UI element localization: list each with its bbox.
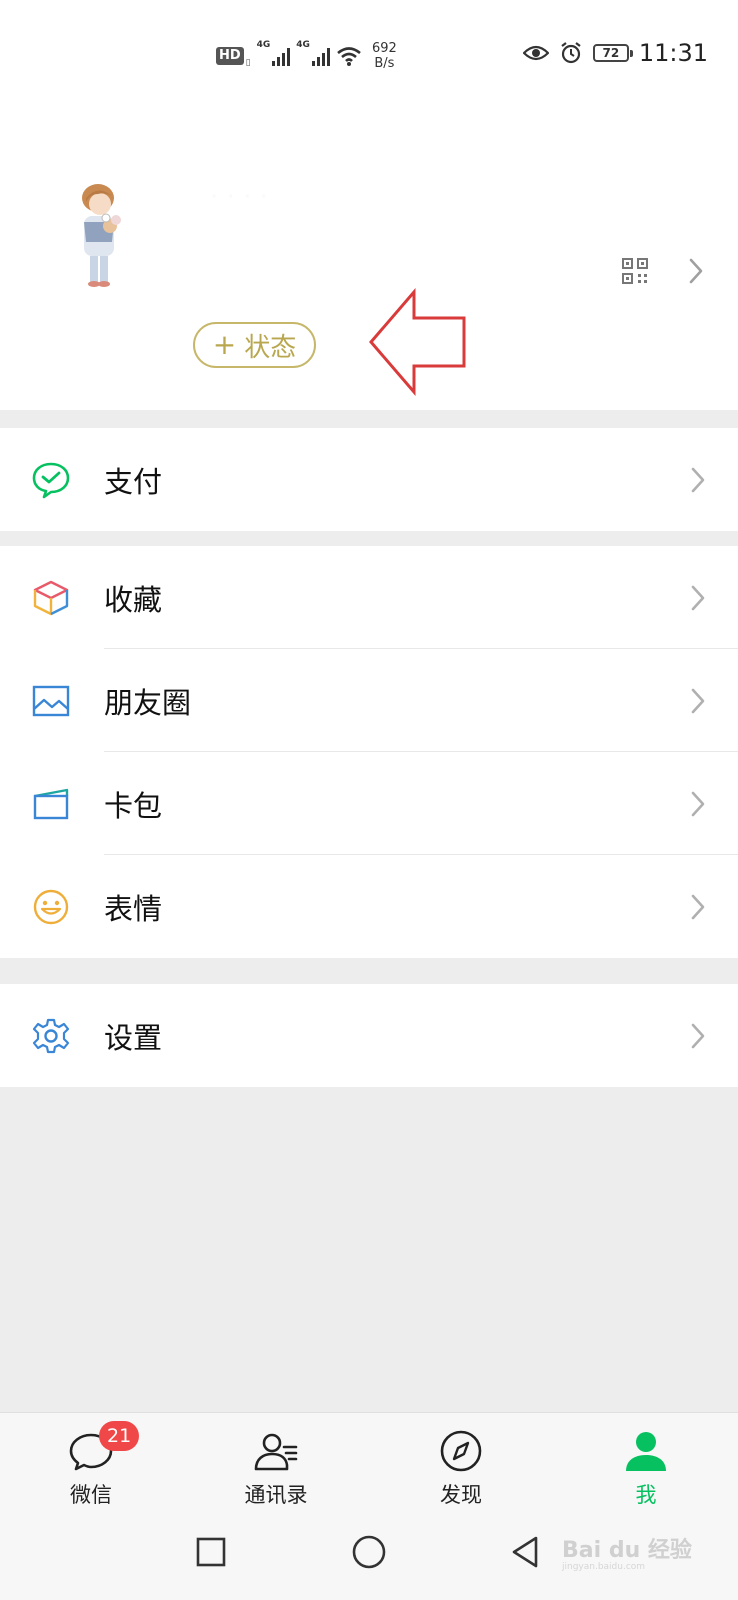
unread-badge: 21: [99, 1421, 140, 1451]
battery-icon: 72: [592, 44, 633, 62]
card-wallet-icon: [33, 788, 69, 819]
status-bar-right-icons: 72 11:31: [522, 36, 708, 70]
nickname: · · · ·: [210, 182, 268, 212]
menu-item-label: 收藏: [104, 582, 163, 617]
signal-icon-1: [272, 46, 291, 66]
chevron-right-icon: [691, 585, 705, 610]
watermark-url: jingyan.baidu.com: [562, 1562, 646, 1572]
eye-comfort-icon: [522, 45, 549, 61]
chevron-right-icon: [691, 894, 705, 919]
chevron-right-icon: [691, 467, 705, 492]
avatar[interactable]: [68, 182, 134, 288]
chevron-right-icon: [691, 1023, 705, 1048]
profile-header[interactable]: · · · · + 状态: [0, 100, 738, 410]
tab-discover[interactable]: 发现: [406, 1427, 516, 1509]
qr-code-icon[interactable]: [622, 258, 648, 284]
pay-icon: [32, 462, 70, 498]
contacts-icon: [252, 1427, 300, 1475]
add-status-label: 状态: [244, 332, 297, 363]
chevron-right-icon: [691, 688, 705, 713]
person-icon: [622, 1427, 670, 1475]
moments-icon: [32, 685, 70, 716]
network-speed-value: 692: [371, 41, 397, 56]
network-type-label-2: 4G: [296, 40, 310, 50]
menu-item-moments[interactable]: 朋友圈: [0, 649, 738, 752]
menu-item-label: 表情: [104, 891, 163, 926]
back-triangle-icon[interactable]: [506, 1532, 546, 1572]
menu-item-label: 支付: [104, 464, 163, 499]
menu-item-label: 朋友圈: [104, 685, 192, 720]
add-status-button[interactable]: + 状态: [193, 322, 316, 368]
tab-label: 我: [635, 1483, 657, 1507]
recents-square-icon[interactable]: [191, 1532, 231, 1572]
network-type-label-1: 4G: [256, 40, 271, 50]
menu-item-card-wallet[interactable]: 卡包: [0, 752, 738, 855]
menu-item-favorites[interactable]: 收藏: [0, 546, 738, 649]
home-circle-icon[interactable]: [349, 1532, 389, 1572]
tab-label: 发现: [440, 1483, 482, 1507]
settings-section: 设置: [0, 984, 738, 1087]
menu-item-label: 设置: [104, 1020, 163, 1055]
signal-icon-2: [311, 46, 330, 66]
sticker-smile-icon: [33, 889, 69, 924]
features-section: 收藏 朋友圈 卡包 表情: [0, 546, 738, 958]
menu-item-pay[interactable]: 支付: [0, 428, 738, 531]
network-speed: 692 B/s: [372, 41, 397, 71]
menu-item-settings[interactable]: 设置: [0, 984, 738, 1087]
compass-icon: [437, 1427, 485, 1475]
tab-chats[interactable]: 21 微信: [36, 1421, 146, 1509]
pay-section: 支付: [0, 428, 738, 531]
gear-icon: [32, 1018, 70, 1053]
watermark-logo: Bai du 经验 jingyan.baidu.com: [562, 1532, 692, 1572]
clock: 11:31: [638, 39, 708, 67]
chat-bubble-icon: 21: [67, 1421, 140, 1475]
sim-icon: ▯: [245, 58, 251, 68]
wifi-icon: [337, 47, 361, 66]
network-speed-unit: B/s: [374, 56, 395, 71]
chevron-right-icon[interactable]: [688, 256, 704, 286]
menu-item-stickers[interactable]: 表情: [0, 855, 738, 958]
plus-icon: +: [212, 328, 237, 361]
tab-label: 微信: [70, 1483, 112, 1507]
menu-item-label: 卡包: [104, 788, 163, 823]
tab-contacts[interactable]: 通讯录: [221, 1427, 331, 1509]
watermark-brand: Bai du 经验: [562, 1538, 692, 1563]
bottom-tab-bar: 21 微信 通讯录 发现 我: [0, 1412, 738, 1510]
annotation-arrow-icon: [369, 288, 466, 396]
tab-label: 通讯录: [244, 1483, 308, 1507]
favorites-icon: [33, 580, 69, 615]
status-bar: HD ▯ 4G 4G 692 B/s 72 11:31: [0, 0, 738, 100]
alarm-icon: [561, 42, 581, 64]
status-bar-left-icons: HD ▯ 4G 4G 692 B/s: [216, 36, 397, 76]
chevron-right-icon: [691, 791, 705, 816]
tab-me[interactable]: 我: [591, 1427, 701, 1509]
hd-voice-icon: HD: [216, 47, 244, 65]
